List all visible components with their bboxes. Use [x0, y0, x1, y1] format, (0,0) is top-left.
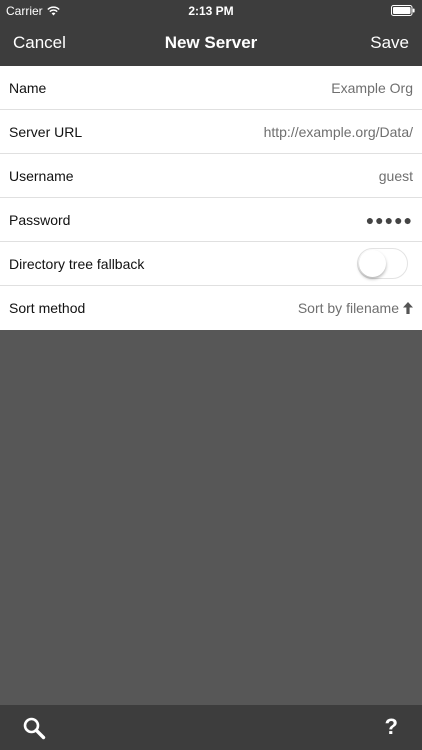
name-row[interactable]: Name Example Org: [0, 66, 422, 110]
sort-method-row[interactable]: Sort method Sort by filename: [0, 286, 422, 330]
battery-icon: [391, 5, 415, 16]
status-bar: Carrier 2:13 PM: [0, 0, 422, 22]
server-form: Name Example Org Server URL http://examp…: [0, 66, 422, 330]
search-icon[interactable]: [22, 716, 46, 740]
toggle-knob: [359, 250, 386, 277]
directory-tree-fallback-row: Directory tree fallback: [0, 242, 422, 286]
username-field[interactable]: guest: [379, 168, 413, 184]
arrow-up-icon: [403, 302, 413, 314]
sort-method-value: Sort by filename: [297, 300, 399, 316]
navigation-bar: Cancel New Server Save: [0, 22, 422, 66]
server-url-field[interactable]: http://example.org/Data/: [264, 124, 413, 140]
status-time: 2:13 PM: [188, 4, 234, 18]
help-button[interactable]: ?: [385, 714, 398, 740]
server-url-row[interactable]: Server URL http://example.org/Data/: [0, 110, 422, 154]
username-label: Username: [9, 167, 74, 184]
sort-method-selector[interactable]: Sort by filename: [298, 300, 413, 316]
name-field[interactable]: Example Org: [331, 80, 413, 96]
name-label: Name: [9, 79, 47, 96]
password-label: Password: [9, 211, 71, 228]
directory-tree-fallback-label: Directory tree fallback: [9, 255, 145, 272]
bottom-toolbar: ?: [0, 705, 422, 750]
page-title: New Server: [164, 33, 258, 52]
screen: Carrier 2:13 PM Cancel New Server Save N…: [0, 0, 422, 750]
username-row[interactable]: Username guest: [0, 154, 422, 198]
save-button[interactable]: Save: [370, 33, 409, 53]
password-row[interactable]: Password ●●●●●: [0, 198, 422, 242]
directory-tree-fallback-toggle[interactable]: [357, 248, 408, 279]
server-url-label: Server URL: [9, 123, 83, 140]
password-field[interactable]: ●●●●●: [366, 212, 413, 228]
sort-method-label: Sort method: [9, 300, 86, 316]
